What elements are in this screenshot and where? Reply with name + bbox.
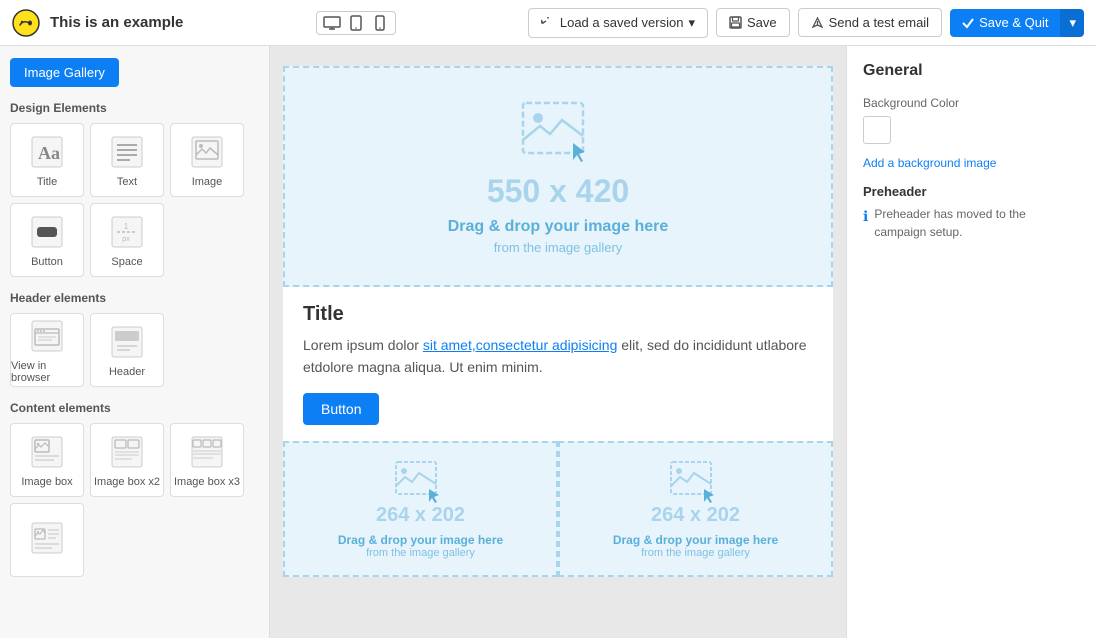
topbar: This is an example Load a saved version … [0, 0, 1096, 46]
image-box-icon [27, 432, 67, 472]
text-element-label: Text [117, 176, 137, 188]
image-box-x2-label: Image box x2 [94, 476, 160, 488]
content-body: Lorem ipsum dolor sit amet,consectetur a… [303, 334, 813, 379]
page-title: This is an example [50, 14, 183, 31]
content-button[interactable]: Button [303, 393, 379, 425]
left-drop-zone[interactable]: 264 x 202 Drag & drop your image here fr… [283, 441, 558, 577]
button-element-label: Button [31, 256, 63, 268]
image-box-x3-element-card[interactable]: Image box x3 [170, 423, 244, 497]
load-version-button[interactable]: Load a saved version ▾ [528, 8, 708, 38]
design-elements-grid: Aa Title Text Image [10, 123, 259, 277]
background-color-label: Background Color [863, 96, 1080, 110]
left-panel: Image Gallery Design Elements Aa Title T… [0, 46, 270, 638]
content-elements-grid: Image box Image box x2 Image box x3 [10, 423, 259, 577]
main-layout: Image Gallery Design Elements Aa Title T… [0, 46, 1096, 638]
save-quit-button-group: Save & Quit ▾ [950, 9, 1084, 37]
space-element-label: Space [111, 256, 142, 268]
space-icon: 1 px [107, 212, 147, 252]
image-box-element-card[interactable]: Image box [10, 423, 84, 497]
content-heading: Title [303, 303, 813, 326]
image-box-x2-icon [107, 432, 147, 472]
header-icon [107, 322, 147, 362]
design-elements-title: Design Elements [10, 101, 259, 115]
image-box-label: Image box [21, 476, 72, 488]
save-button[interactable]: Save [716, 8, 790, 37]
canvas-content: 550 x 420 Drag & drop your image here fr… [283, 66, 833, 577]
desktop-view-button[interactable] [322, 15, 342, 31]
header-element-card[interactable]: Header [90, 313, 164, 387]
left-drop-zone-size: 264 x 202 [376, 504, 465, 527]
view-in-browser-icon [27, 316, 67, 356]
send-test-email-button[interactable]: Send a test email [798, 8, 942, 37]
text-icon [107, 132, 147, 172]
header-elements-grid: View in browser Header [10, 313, 259, 387]
preheader-info-text: Preheader has moved to the campaign setu… [874, 205, 1080, 241]
title-element-card[interactable]: Aa Title [10, 123, 84, 197]
right-image-placeholder-icon [668, 459, 723, 504]
view-in-browser-label: View in browser [11, 360, 83, 384]
image-gallery-button[interactable]: Image Gallery [10, 58, 119, 87]
canvas: 550 x 420 Drag & drop your image here fr… [270, 46, 846, 638]
image-icon [187, 132, 227, 172]
right-drop-zone-size: 264 x 202 [651, 504, 740, 527]
main-drop-zone[interactable]: 550 x 420 Drag & drop your image here fr… [283, 66, 833, 287]
title-element-label: Title [37, 176, 57, 188]
left-drop-zone-sub: from the image gallery [366, 547, 475, 559]
right-drop-zone[interactable]: 264 x 202 Drag & drop your image here fr… [558, 441, 833, 577]
main-drop-zone-text: Drag & drop your image here [448, 218, 669, 236]
app-logo [12, 9, 40, 37]
image-box-x2-element-card[interactable]: Image box x2 [90, 423, 164, 497]
right-column: 264 x 202 Drag & drop your image here fr… [558, 441, 833, 577]
button-element-card[interactable]: Button [10, 203, 84, 277]
text-element-card[interactable]: Text [90, 123, 164, 197]
title-icon: Aa [27, 132, 67, 172]
main-drop-zone-size: 550 x 420 [487, 173, 629, 210]
button-icon [27, 212, 67, 252]
header-element-label: Header [109, 366, 145, 378]
view-in-browser-element-card[interactable]: View in browser [10, 313, 84, 387]
save-quit-button[interactable]: Save & Quit [950, 9, 1060, 37]
right-panel: General Background Color Add a backgroun… [846, 46, 1096, 638]
svg-text:px: px [122, 236, 130, 243]
preheader-title: Preheader [863, 184, 1080, 199]
device-switcher [316, 11, 396, 35]
right-drop-zone-sub: from the image gallery [641, 547, 750, 559]
add-background-image-link[interactable]: Add a background image [863, 156, 1080, 170]
image-element-card[interactable]: Image [170, 123, 244, 197]
left-column: 264 x 202 Drag & drop your image here fr… [283, 441, 558, 577]
preheader-info-box: ℹ Preheader has moved to the campaign se… [863, 205, 1080, 241]
svg-text:Aa: Aa [38, 143, 60, 163]
image-box-x3-label: Image box x3 [174, 476, 240, 488]
tablet-view-button[interactable] [346, 15, 366, 31]
right-panel-title: General [863, 62, 1080, 80]
svg-text:1: 1 [124, 222, 129, 231]
left-drop-zone-text: Drag & drop your image here [338, 533, 503, 547]
two-column-section: 264 x 202 Drag & drop your image here fr… [283, 441, 833, 577]
space-element-card[interactable]: 1 px Space [90, 203, 164, 277]
image-box-x3-icon [187, 432, 227, 472]
image-element-label: Image [192, 176, 223, 188]
main-drop-zone-sub: from the image gallery [494, 240, 623, 255]
info-icon: ℹ [863, 206, 868, 227]
image-text-element-card[interactable] [10, 503, 84, 577]
image-placeholder-icon [518, 98, 598, 163]
right-drop-zone-text: Drag & drop your image here [613, 533, 778, 547]
content-elements-title: Content elements [10, 401, 259, 415]
content-block: Title Lorem ipsum dolor sit amet,consect… [283, 287, 833, 441]
save-quit-dropdown-button[interactable]: ▾ [1060, 9, 1084, 37]
image-text-icon [27, 518, 67, 558]
header-elements-title: Header elements [10, 291, 259, 305]
content-body-link[interactable]: sit amet,consectetur adipisicing [423, 337, 618, 353]
background-color-swatch[interactable] [863, 116, 891, 144]
content-body-text: Lorem ipsum dolor [303, 337, 423, 353]
mobile-view-button[interactable] [370, 15, 390, 31]
topbar-actions: Load a saved version ▾ Save Send a test … [528, 8, 1084, 38]
left-image-placeholder-icon [393, 459, 448, 504]
